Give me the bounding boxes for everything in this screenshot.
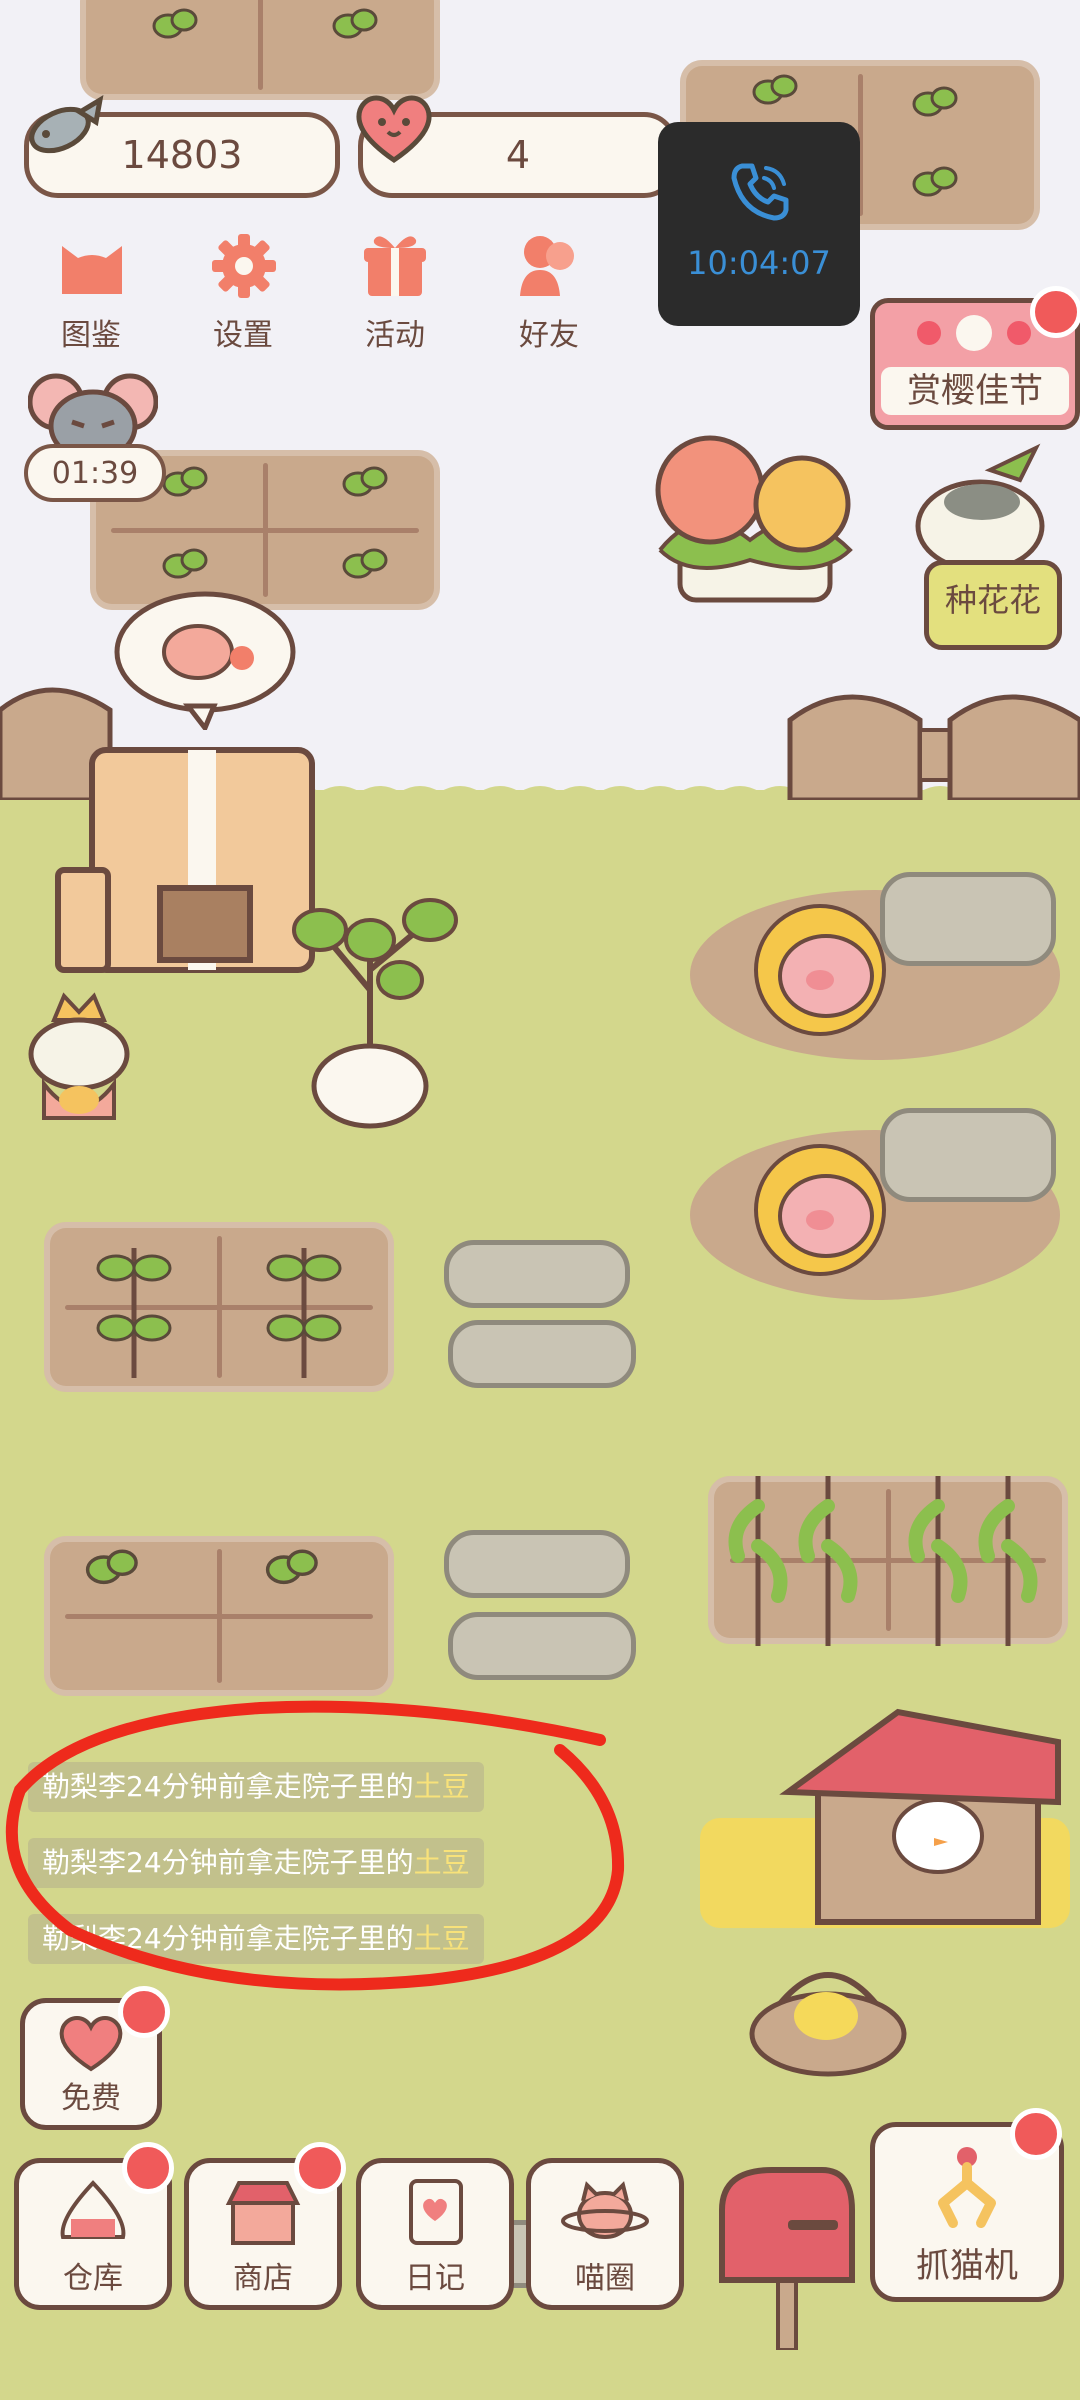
cat-head-icon <box>62 246 122 294</box>
game-stage: 14803 4 10:04:07 图鉴 设置 活动 好友 赏樱佳节 01:39 … <box>0 0 1080 2400</box>
menu-label: 好友 <box>519 318 579 353</box>
seedling-icon <box>266 1248 342 1378</box>
thought-bubble[interactable] <box>110 590 300 730</box>
stone-bench <box>880 872 1056 966</box>
menu-friends[interactable]: 好友 <box>484 222 614 353</box>
nav-label: 商店 <box>233 2261 293 2296</box>
rice-ball-icon <box>60 2180 126 2239</box>
sprout-icon <box>162 466 208 497</box>
fence-right <box>787 694 1080 800</box>
nav-meow-circle[interactable]: 喵圈 <box>526 2158 684 2310</box>
event-sign-label: 赏樱佳节 <box>881 367 1069 415</box>
pig-sunflower[interactable] <box>750 1140 900 1280</box>
sprout-icon <box>342 466 388 497</box>
gear-icon <box>212 234 276 298</box>
menu-events[interactable]: 活动 <box>330 222 460 353</box>
fish-count: 14803 <box>121 133 243 177</box>
call-time: 10:04:07 <box>687 244 831 282</box>
menu-collection[interactable]: 图鉴 <box>26 222 156 353</box>
friends-icon <box>520 236 574 296</box>
sprout-icon <box>912 86 958 117</box>
egg-basket[interactable] <box>748 1950 908 2080</box>
fish-icon <box>29 95 104 154</box>
phone-icon <box>731 163 789 221</box>
heart-face-icon <box>59 2016 123 2072</box>
nav-label: 日记 <box>405 2261 465 2296</box>
stepping-stone <box>444 1530 630 1598</box>
call-overlay[interactable]: 10:04:07 <box>658 122 860 326</box>
nav-label: 喵圈 <box>575 2261 635 2296</box>
chicken-coop[interactable] <box>748 1702 1074 1938</box>
warehouse-badge <box>122 2142 174 2194</box>
field-plot[interactable] <box>44 1222 394 1392</box>
stepping-stone <box>448 1320 636 1388</box>
stepping-stone <box>448 1612 636 1680</box>
plant-sign-label: 种花花 <box>944 581 1041 619</box>
sprout-icon <box>752 74 798 105</box>
sprout-icon <box>332 8 378 39</box>
menu-label: 图鉴 <box>61 318 121 353</box>
plant-flowers-sign[interactable]: 种花花 <box>924 560 1062 650</box>
claw-badge <box>1010 2108 1062 2160</box>
mouse-timer: 01:39 <box>24 444 166 502</box>
king-cat <box>28 992 130 1120</box>
corn-icon <box>728 1476 858 1646</box>
diary-icon <box>409 2179 463 2245</box>
sprout-icon <box>265 1549 318 1585</box>
mailbox[interactable] <box>712 2160 862 2350</box>
sprout-icon <box>342 548 388 579</box>
menu-label: 活动 <box>365 318 425 353</box>
menu-settings[interactable]: 设置 <box>178 222 308 353</box>
nav-label: 仓库 <box>63 2261 123 2296</box>
seedling-icon <box>96 1248 172 1378</box>
sprout-icon <box>85 1549 138 1585</box>
annotation-circle <box>5 1700 625 1991</box>
field-plot[interactable] <box>708 1476 1068 1646</box>
claw-machine-label: 抓猫机 <box>916 2246 1018 2286</box>
field-plot[interactable] <box>44 1536 394 1696</box>
gift-icon <box>364 236 426 296</box>
flower-pot[interactable] <box>640 430 870 620</box>
sprout-icon <box>152 8 198 39</box>
nav-diary[interactable]: 日记 <box>356 2158 514 2310</box>
shop-badge <box>294 2142 346 2194</box>
heart-face-icon <box>356 95 432 164</box>
planet-cat-icon <box>561 2181 649 2239</box>
free-badge <box>118 1986 170 2038</box>
sakura-icon <box>917 315 1031 351</box>
shop-icon <box>225 2181 301 2245</box>
potted-tree <box>292 898 458 1129</box>
pig-sunflower[interactable] <box>750 900 900 1040</box>
stone-bench <box>880 1108 1056 1202</box>
menu-label: 设置 <box>213 318 273 353</box>
event-badge <box>1030 286 1080 338</box>
claw-icon <box>938 2147 996 2228</box>
sprout-icon <box>912 166 958 197</box>
stepping-stone <box>444 1240 630 1308</box>
field-plot[interactable] <box>80 0 440 100</box>
free-label: 免费 <box>61 2081 121 2116</box>
mouse-timer-value: 01:39 <box>51 455 139 491</box>
corn-icon <box>908 1476 1038 1646</box>
gardener-cat <box>915 443 1045 570</box>
heart-count: 4 <box>505 133 531 177</box>
sprout-icon <box>162 548 208 579</box>
